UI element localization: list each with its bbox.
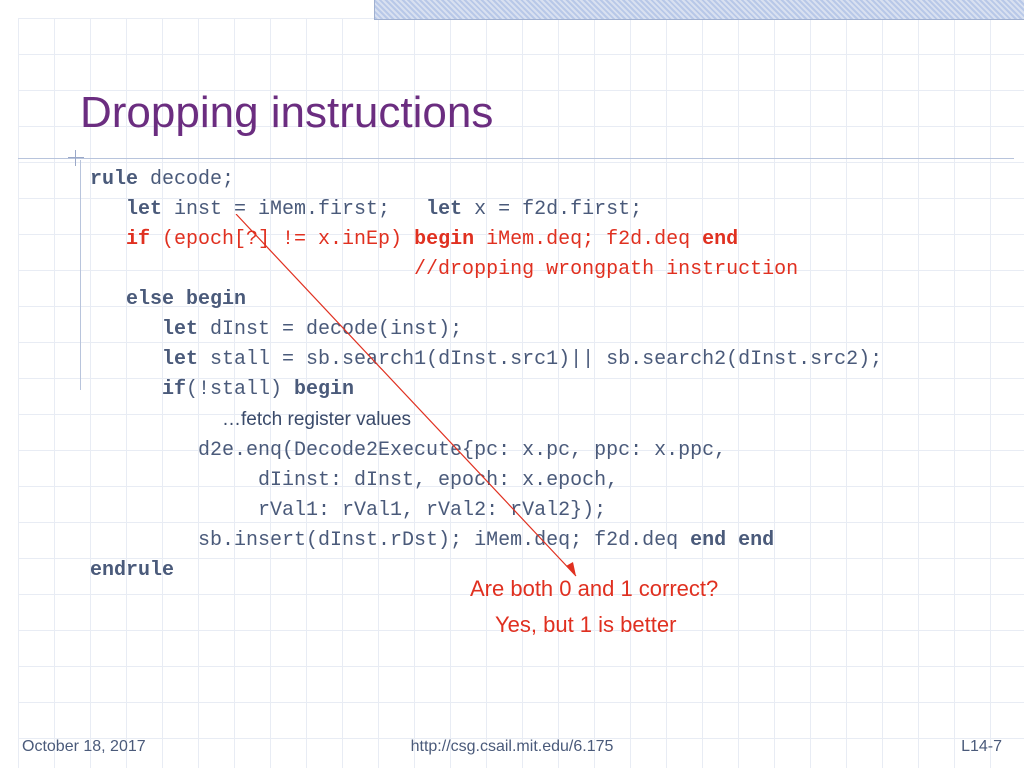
code-text: inst = iMem.first;: [162, 198, 426, 221]
kw-let: let: [90, 318, 198, 341]
kw-let: let: [90, 348, 198, 371]
kw-let: let: [90, 198, 162, 221]
kw-begin: begin: [414, 228, 474, 251]
slide-title: Dropping instructions: [80, 88, 493, 138]
annotation-fetch: …fetch register values: [222, 409, 411, 430]
kw-end: end: [702, 228, 738, 251]
code-text: (!stall): [186, 378, 294, 401]
kw-endrule: endrule: [90, 559, 174, 582]
kw-begin: begin: [294, 378, 354, 401]
kw-rule: rule: [90, 168, 138, 191]
code-text: dIinst: dInst, epoch: x.epoch,: [90, 469, 618, 492]
title-underline: [18, 158, 1014, 159]
left-margin-rule: [80, 160, 81, 390]
code-block: rule decode; let inst = iMem.first; let …: [90, 165, 1004, 586]
code-text: iMem.deq; f2d.deq: [474, 228, 702, 251]
code-text: stall = sb.search1(dInst.src1)|| sb.sear…: [198, 348, 882, 371]
code-text: rVal1: rVal1, rVal2: rVal2});: [90, 499, 606, 522]
code-text: x = f2d.first;: [462, 198, 642, 221]
code-text: sb.insert(dInst.rDst); iMem.deq; f2d.deq: [90, 529, 690, 552]
callout-question: Are both 0 and 1 correct?: [470, 576, 718, 602]
code-text: (epoch[?] != x.inEp): [162, 228, 414, 251]
code-text: decode;: [138, 168, 234, 191]
kw-end-end: end end: [690, 529, 774, 552]
title-tick-icon: [68, 150, 84, 166]
footer-page: L14-7: [961, 738, 1002, 756]
callout-answer: Yes, but 1 is better: [495, 612, 676, 638]
kw-if: if: [90, 378, 186, 401]
code-text: dInst = decode(inst);: [198, 318, 462, 341]
header-band: [374, 0, 1024, 20]
code-comment: //dropping wrongpath instruction: [90, 258, 798, 281]
kw-else-begin: else begin: [90, 288, 246, 311]
kw-let: let: [426, 198, 462, 221]
code-text: d2e.enq(Decode2Execute{pc: x.pc, ppc: x.…: [90, 439, 726, 462]
footer-url: http://csg.csail.mit.edu/6.175: [0, 738, 1024, 756]
kw-if: if: [90, 228, 162, 251]
